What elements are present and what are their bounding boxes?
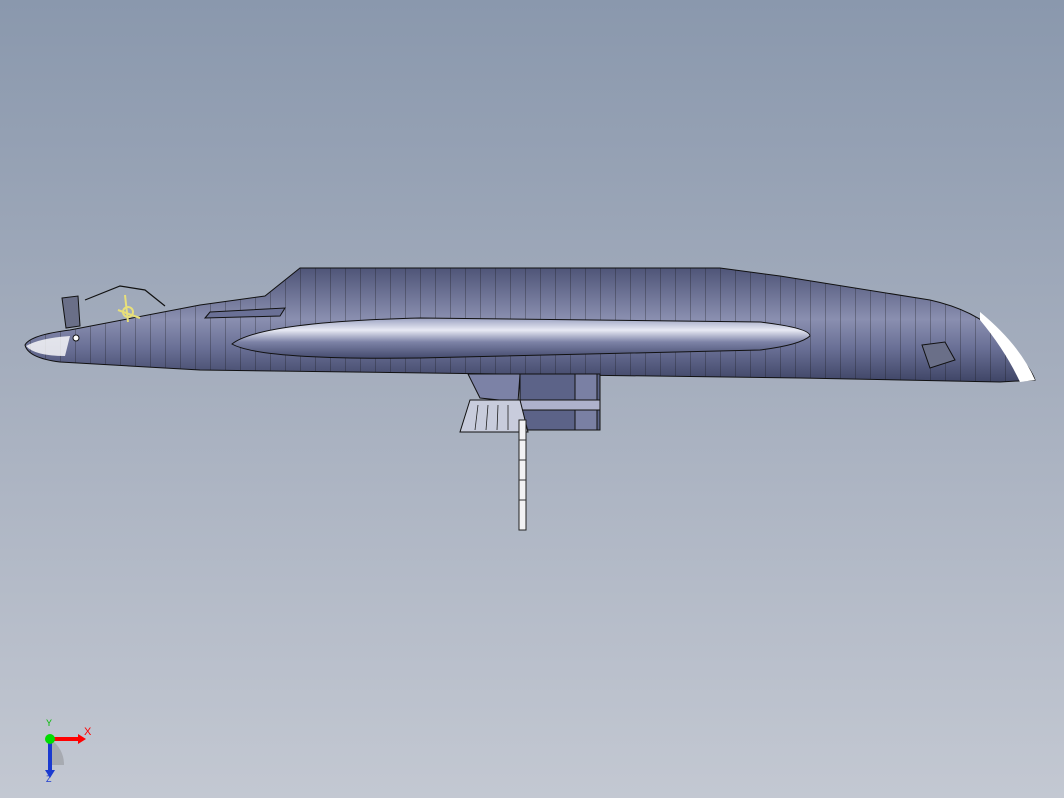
rudder-shaft	[518, 419, 527, 531]
y-axis-label: Y	[46, 718, 53, 728]
y-axis-dot	[45, 734, 55, 744]
3d-viewport[interactable]	[0, 0, 1064, 798]
thruster-housing	[459, 399, 529, 433]
boat-model[interactable]	[24, 267, 1036, 531]
x-axis-label: X	[84, 726, 92, 738]
keel-strut	[467, 373, 521, 403]
cockpit-seat	[61, 295, 81, 329]
axis-triad: X Y Z	[38, 718, 108, 786]
z-axis-label: Z	[46, 774, 52, 784]
